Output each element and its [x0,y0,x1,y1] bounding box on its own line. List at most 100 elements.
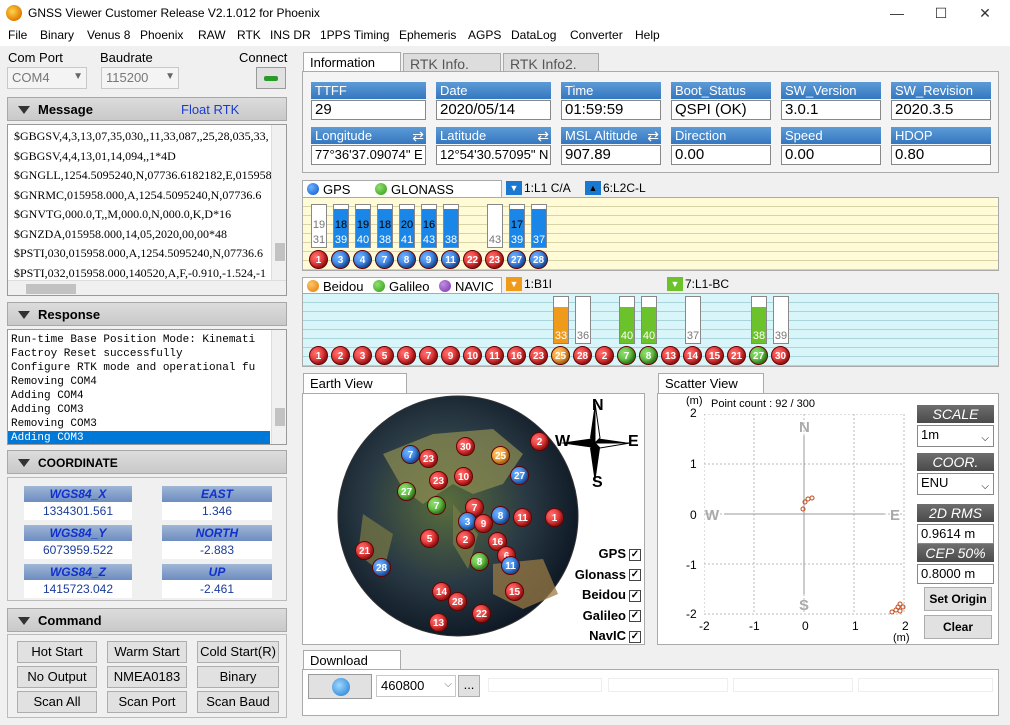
gps-snr-panel: 19 31 1 18 39 3 19 40 4 18 38 7 20 41 8 16 43 9 38 11 22 43 23… [302,197,999,271]
ttff-value: 29 [311,100,426,120]
menu-binary[interactable]: Binary [40,28,74,42]
scan-all-button[interactable]: Scan All [17,691,97,713]
tab-glonass[interactable]: GLONASS [391,182,454,197]
earth-satellite: 1 [545,508,564,527]
response-lines: Run-time Base Position Mode: Kinemati Fa… [8,333,270,444]
message-hscroll[interactable] [8,280,286,295]
glonass-check[interactable]: Glonass ✓ [565,565,641,586]
refresh-icon[interactable]: ⇄ [537,128,549,145]
checkbox-checked-icon[interactable]: ✓ [629,610,641,623]
scroll-thumb[interactable] [275,408,285,426]
x-tick: 2 [902,619,909,633]
browse-button[interactable]: ... [458,675,480,697]
chevron-down-icon: ▼ [165,71,175,82]
tab-scatter-view[interactable]: Scatter View [658,373,764,394]
signal-up-icon[interactable]: ▲ [585,181,601,195]
menu-converter[interactable]: Converter [570,28,623,42]
gps-check[interactable]: GPS ✓ [565,544,641,565]
menu-insdr[interactable]: INS DR [270,28,311,42]
tab-information[interactable]: Information [303,52,401,72]
menu-phoenix[interactable]: Phoenix [140,28,183,42]
clear-button[interactable]: Clear [924,615,992,639]
gps-snr-bar: 19 40 [355,204,371,248]
menu-venus8[interactable]: Venus 8 [87,28,130,42]
latitude-value: 12°54'30.57095" N [436,145,551,165]
download-button[interactable] [308,674,372,699]
beidou-check[interactable]: Beidou ✓ [565,585,641,606]
nmea0183-button[interactable]: NMEA0183 [107,666,187,688]
scan-port-button[interactable]: Scan Port [107,691,187,713]
refresh-icon[interactable]: ⇄ [647,128,659,145]
bd-prn-badge: 25 [551,346,570,365]
message-vscroll[interactable] [271,125,286,280]
tab-beidou[interactable]: Beidou [323,279,363,294]
hot-start-button[interactable]: Hot Start [17,641,97,663]
scale-select[interactable]: 1m ⌵ [917,425,994,447]
warm-start-button[interactable]: Warm Start [107,641,187,663]
navic-check[interactable]: NavIC ✓ [565,626,641,647]
scatter-e: E [890,507,901,524]
tab-gps[interactable]: GPS [323,182,350,197]
binary-button[interactable]: Binary [197,666,279,688]
menu-datalog[interactable]: DataLog [511,28,556,42]
tab-earth-view[interactable]: Earth View [303,373,407,394]
checkbox-checked-icon[interactable]: ✓ [629,630,641,643]
response-header[interactable]: Response [7,302,287,326]
gps-signal1-label: 1:L1 C/A [524,181,571,195]
bd-snr-bar: 37 [685,296,701,344]
response-log[interactable]: Run-time Base Position Mode: Kinemati Fa… [7,329,287,445]
tab-navic[interactable]: NAVIC [455,279,494,294]
scan-baud-button[interactable]: Scan Baud [197,691,279,713]
signal-down-icon[interactable]: ▼ [667,277,683,291]
menu-agps[interactable]: AGPS [468,28,501,42]
close-button[interactable]: ✕ [962,0,1008,26]
gps-snr-bar: 18 38 [377,204,393,248]
download-baud-select[interactable]: 460800 ⌵ [376,675,456,697]
menu-1pps-timing[interactable]: 1PPS Timing [320,28,389,42]
refresh-icon[interactable]: ⇄ [412,128,424,145]
scroll-thumb[interactable] [275,243,285,261]
checkbox-checked-icon[interactable]: ✓ [629,569,641,582]
menu-file[interactable]: File [8,28,27,42]
menu-raw[interactable]: RAW [198,28,226,42]
menu-ephemeris[interactable]: Ephemeris [399,28,456,42]
tab-rtk-info[interactable]: RTK Info. [403,53,501,72]
galileo-check[interactable]: Galileo ✓ [565,606,641,627]
y-tick: 2 [690,406,697,420]
tab-rtk-info2[interactable]: RTK Info2. [503,53,599,72]
checkbox-checked-icon[interactable]: ✓ [629,589,641,602]
connect-button[interactable] [256,67,286,89]
cold-start-button[interactable]: Cold Start(R) [197,641,279,663]
menu-rtk[interactable]: RTK [237,28,261,42]
set-origin-button[interactable]: Set Origin [924,587,992,611]
response-vscroll[interactable] [271,330,286,444]
gps-snr-l1: 43 [488,234,502,246]
bd-snr-value: 36 [576,330,590,342]
no-output-button[interactable]: No Output [17,666,97,688]
coor-select[interactable]: ENU ⌵ [917,473,994,495]
collapse-icon [18,106,30,114]
signal-down-icon[interactable]: ▼ [506,277,522,291]
message-header[interactable]: Message Float RTK [7,97,287,121]
com-port-select[interactable]: COM4 ▼ [7,67,87,89]
tab-galileo[interactable]: Galileo [389,279,429,294]
response-line-selected[interactable]: Adding COM3 [8,431,270,444]
checkbox-checked-icon[interactable]: ✓ [629,548,641,561]
coordinate-header[interactable]: COORDINATE [7,450,287,474]
menu-help[interactable]: Help [635,28,660,42]
bd-prn-badge: 16 [507,346,526,365]
message-log[interactable]: $GBGSV,4,3,13,07,35,030,,11,33,087,,25,2… [7,124,287,296]
gps-snr-l2: 16 [422,219,436,231]
gps-prn-badge: 23 [485,250,504,269]
baudrate-select[interactable]: 115200 ▼ [101,67,179,89]
scroll-thumb[interactable] [26,284,76,294]
maximize-button[interactable]: ☐ [918,0,964,26]
bd-prn-badge: 21 [727,346,746,365]
minimize-button[interactable]: — [874,0,920,26]
command-header[interactable]: Command [7,608,287,632]
collapse-icon [18,311,30,319]
tab-download[interactable]: Download [303,650,401,670]
signal-down-icon[interactable]: ▼ [506,181,522,195]
hdop-value: 0.80 [891,145,991,165]
galileo-check-label: Galileo [582,607,626,623]
